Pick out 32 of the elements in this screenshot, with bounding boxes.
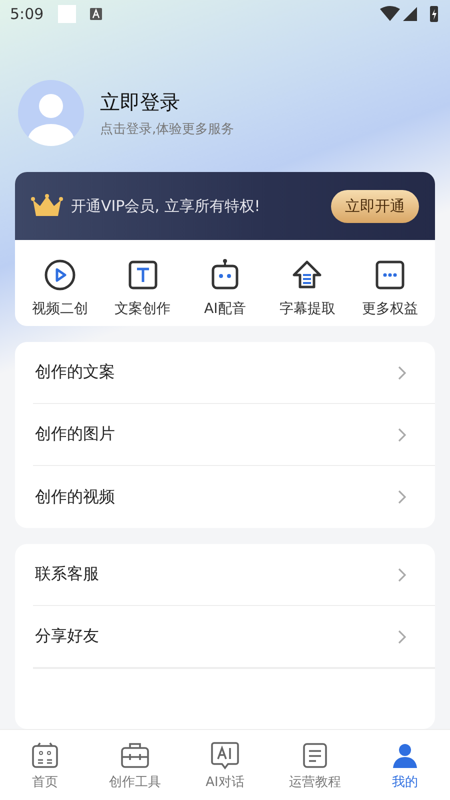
chevron-right-icon xyxy=(397,426,407,442)
status-time: 5:09 xyxy=(10,5,44,24)
tab[interactable]: 创作工具 xyxy=(90,730,180,800)
chevron-right-icon xyxy=(397,489,407,505)
tab[interactable]: 我的 xyxy=(360,730,450,800)
login-title[interactable]: 立即登录 xyxy=(100,88,234,116)
chevron-right-icon xyxy=(397,628,407,644)
feature-button[interactable]: 更多权益 xyxy=(348,258,431,318)
open-vip-button[interactable]: 立即开通 xyxy=(331,190,419,223)
chat-icon xyxy=(210,740,240,770)
tab[interactable]: 运营教程 xyxy=(270,730,360,800)
home-icon xyxy=(30,740,60,770)
tab[interactable]: 首页 xyxy=(0,730,90,800)
status-icons xyxy=(380,5,440,24)
feature-button[interactable]: 字幕提取 xyxy=(266,258,348,318)
crown-icon xyxy=(31,194,63,218)
keyboard-icon xyxy=(90,8,102,20)
vip-text: 开通VIP会员, 立享所有特权! xyxy=(71,196,262,216)
menu-row[interactable]: 创作的图片 xyxy=(33,404,435,466)
chevron-right-icon xyxy=(397,364,407,380)
avatar[interactable] xyxy=(18,80,84,146)
menu-row[interactable]: 分享好友 xyxy=(33,606,435,668)
chevron-right-icon xyxy=(397,566,407,582)
tab[interactable]: AI对话 xyxy=(180,730,270,800)
login-subtitle: 点击登录,体验更多服务 xyxy=(100,120,234,138)
feature-button[interactable]: 文案创作 xyxy=(102,258,184,318)
feature-button[interactable]: AI配音 xyxy=(184,258,266,318)
menu-row[interactable]: 联系客服 xyxy=(33,544,435,606)
menu-row[interactable]: 创作的文案 xyxy=(33,342,435,404)
menu-row[interactable]: 创作的视频 xyxy=(33,466,435,528)
play-icon xyxy=(43,258,78,292)
feature-button[interactable]: 视频二创 xyxy=(19,258,102,318)
